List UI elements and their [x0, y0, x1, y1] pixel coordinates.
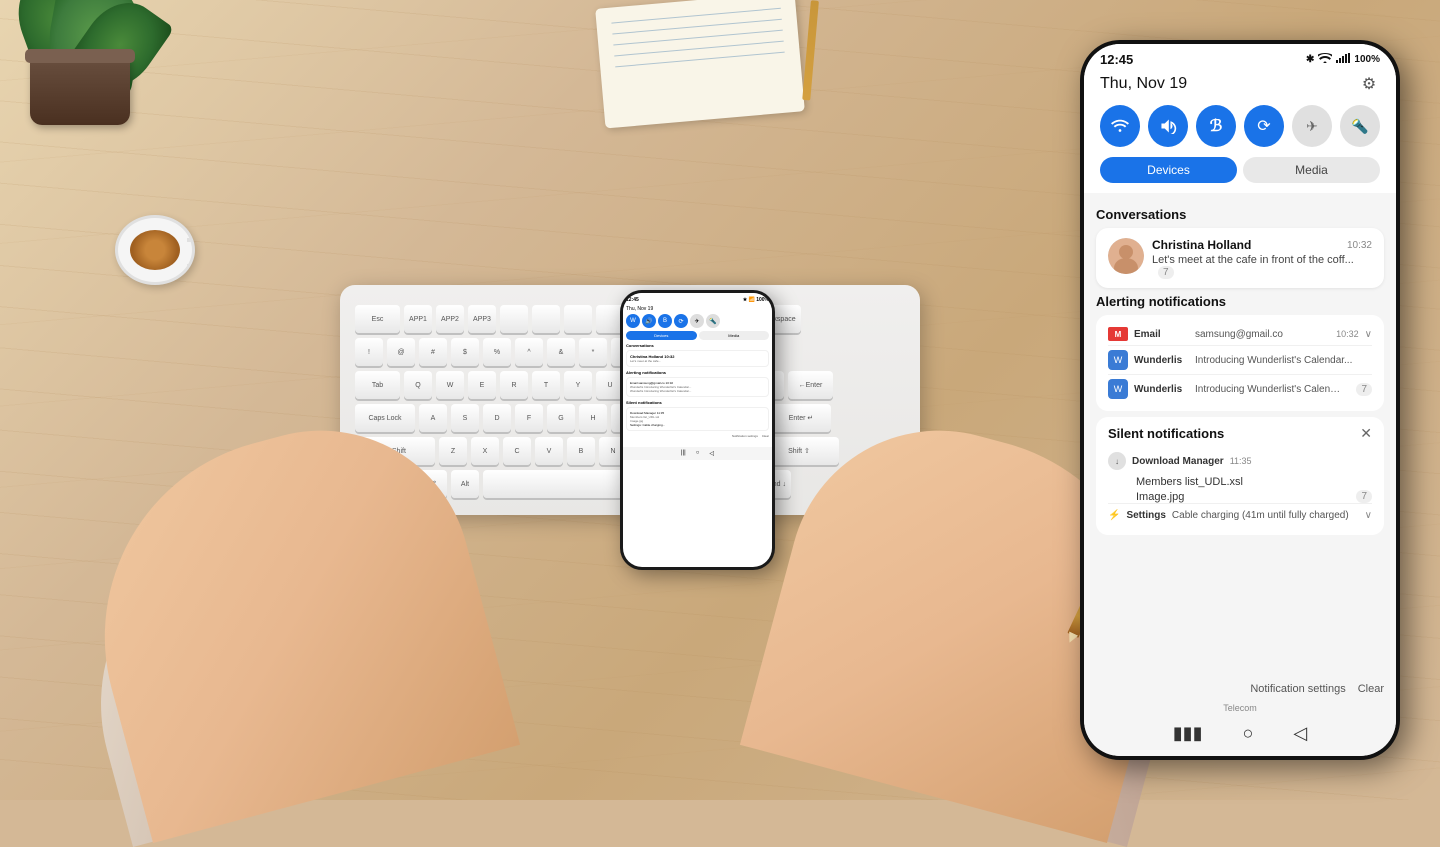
silent-header: Silent notifications ✕ — [1108, 425, 1372, 442]
alerting-section: M Email samsung@gmail.co 10:32 ∨ W Wunde… — [1096, 315, 1384, 411]
silent-title: Silent notifications — [1108, 426, 1224, 441]
tab-media[interactable]: Media — [1243, 157, 1380, 183]
christina-content: Christina Holland 10:32 Let's meet at th… — [1152, 238, 1372, 278]
phone-navbar: ▮▮▮ ○ ◁ — [1084, 715, 1396, 756]
alerting-wunderlist-row-2[interactable]: W Wunderlis Introducing Wunderlist's Cal… — [1108, 374, 1372, 403]
home-button[interactable]: ○ — [1243, 723, 1254, 744]
signal-status-icon — [1336, 53, 1350, 66]
bluetooth-status-icon: ✱ — [1306, 54, 1314, 65]
qs-rotation-icon[interactable]: ⟳ — [1244, 105, 1284, 147]
conversation-card-christina[interactable]: Christina Holland 10:32 Let's meet at th… — [1096, 228, 1384, 288]
download-manager-row[interactable]: ↓ Download Manager 11:35 — [1108, 448, 1372, 474]
status-bar: 12:45 ✱ 100% — [1084, 44, 1396, 67]
silent-section: Silent notifications ✕ ↓ Download Manage… — [1096, 417, 1384, 535]
qs-date: Thu, Nov 19 — [1100, 75, 1187, 93]
email-app-icon: M — [1108, 327, 1128, 341]
download-file-1: Members list_UDL.xsl — [1136, 474, 1372, 490]
phone-main: 12:45 ✱ 100% Thu, Nov 19 ⚙ — [1080, 40, 1400, 760]
download-time: 11:35 — [1230, 456, 1252, 466]
download-app: Download Manager — [1132, 456, 1224, 467]
wifi-status-icon — [1318, 53, 1332, 66]
phone-small: 12:45★ 📶 100% Thu, Nov 19 W 🔊 B ⟳ ✈ 🔦 De… — [620, 290, 775, 570]
christina-message: Let's meet at the cafe in front of the c… — [1152, 254, 1372, 278]
notebook-lines — [611, 8, 789, 117]
notebook — [595, 0, 805, 128]
coffee-cup — [115, 215, 205, 305]
alerting-wunderlist-row-1[interactable]: W Wunderlis Introducing Wunderlist's Cal… — [1108, 345, 1372, 374]
status-time: 12:45 — [1100, 52, 1133, 67]
plant-pot — [30, 55, 130, 125]
wunderlist-icon-2: W — [1108, 379, 1128, 399]
alerting-email-time: 10:32 — [1336, 329, 1359, 339]
wunderlist-app-2: Wunderlis — [1134, 384, 1189, 395]
qs-bluetooth-icon[interactable]: ℬ — [1196, 105, 1236, 147]
settings-charging-msg: Cable charging (41m until fully charged) — [1172, 510, 1359, 521]
quick-settings-panel: Thu, Nov 19 ⚙ ℬ ⟳ ✈ — [1084, 67, 1396, 193]
qs-wifi-icon[interactable] — [1100, 105, 1140, 147]
download-icon: ↓ — [1108, 452, 1126, 470]
status-icons: ✱ 100% — [1306, 53, 1380, 66]
settings-notification-row[interactable]: ⚡ Settings Cable charging (41m until ful… — [1108, 503, 1372, 527]
cup-coffee — [130, 230, 180, 270]
qs-torch-icon[interactable]: 🔦 — [1340, 105, 1380, 147]
alerting-title: Alerting notifications — [1096, 294, 1384, 309]
alerting-email-account: samsung@gmail.co — [1195, 329, 1330, 340]
settings-expand-icon[interactable]: ∨ — [1365, 510, 1372, 521]
clear-notifications-button[interactable]: Clear — [1358, 683, 1384, 695]
notification-actions: Notification settings Clear — [1084, 675, 1396, 703]
wunderlist-count-2: 7 — [1356, 383, 1372, 396]
christina-time: 10:32 — [1347, 240, 1372, 251]
silent-close-icon[interactable]: ✕ — [1360, 425, 1372, 442]
wunderlist-app-1: Wunderlis — [1134, 355, 1189, 366]
download-file-2: Image.jpg — [1136, 491, 1184, 503]
phone-main-screen: 12:45 ✱ 100% Thu, Nov 19 ⚙ — [1084, 44, 1396, 756]
keyboard-brand-label: SAMSUNG — [830, 491, 900, 503]
cup-handle — [187, 238, 195, 268]
tab-devices[interactable]: Devices — [1100, 157, 1237, 183]
settings-charging-icon: ⚡ — [1108, 510, 1120, 521]
qs-icons-row: ℬ ⟳ ✈ 🔦 — [1100, 105, 1380, 147]
qs-volume-icon[interactable] — [1148, 105, 1188, 147]
recent-apps-button[interactable]: ▮▮▮ — [1173, 723, 1203, 744]
conversations-title: Conversations — [1096, 207, 1384, 222]
settings-app-label: Settings — [1126, 510, 1165, 521]
wunderlist-msg-1: Introducing Wunderlist's Calendar... — [1195, 355, 1372, 366]
battery-status: 100% — [1354, 54, 1380, 65]
qs-airplane-icon[interactable]: ✈ — [1292, 105, 1332, 147]
christina-name: Christina Holland — [1152, 238, 1251, 252]
phone-small-screen: 12:45★ 📶 100% Thu, Nov 19 W 🔊 B ⟳ ✈ 🔦 De… — [623, 293, 772, 567]
alerting-email-row[interactable]: M Email samsung@gmail.co 10:32 ∨ — [1108, 323, 1372, 345]
alerting-email-app: Email — [1134, 329, 1189, 340]
wunderlist-msg-2: Introducing Wunderlist's Calendar... — [1195, 384, 1344, 395]
christina-avatar — [1108, 238, 1144, 274]
plant-pot-rim — [25, 49, 135, 63]
back-button[interactable]: ◁ — [1293, 723, 1307, 744]
qs-date-row: Thu, Nov 19 ⚙ — [1100, 73, 1380, 95]
download-count: 7 — [1356, 490, 1372, 503]
plant-decoration — [0, 0, 160, 130]
telecom-carrier-label: Telecom — [1084, 703, 1396, 715]
notification-settings-button[interactable]: Notification settings — [1250, 683, 1345, 695]
expand-arrow-icon[interactable]: ∨ — [1365, 329, 1372, 340]
christina-count: 7 — [1158, 266, 1174, 279]
wunderlist-icon-1: W — [1108, 350, 1128, 370]
qs-tabs: Devices Media — [1100, 157, 1380, 183]
notification-panel: Conversations Christina Holland 10:32 Le… — [1084, 193, 1396, 675]
settings-gear-icon[interactable]: ⚙ — [1358, 73, 1380, 95]
cup-body — [115, 215, 195, 285]
